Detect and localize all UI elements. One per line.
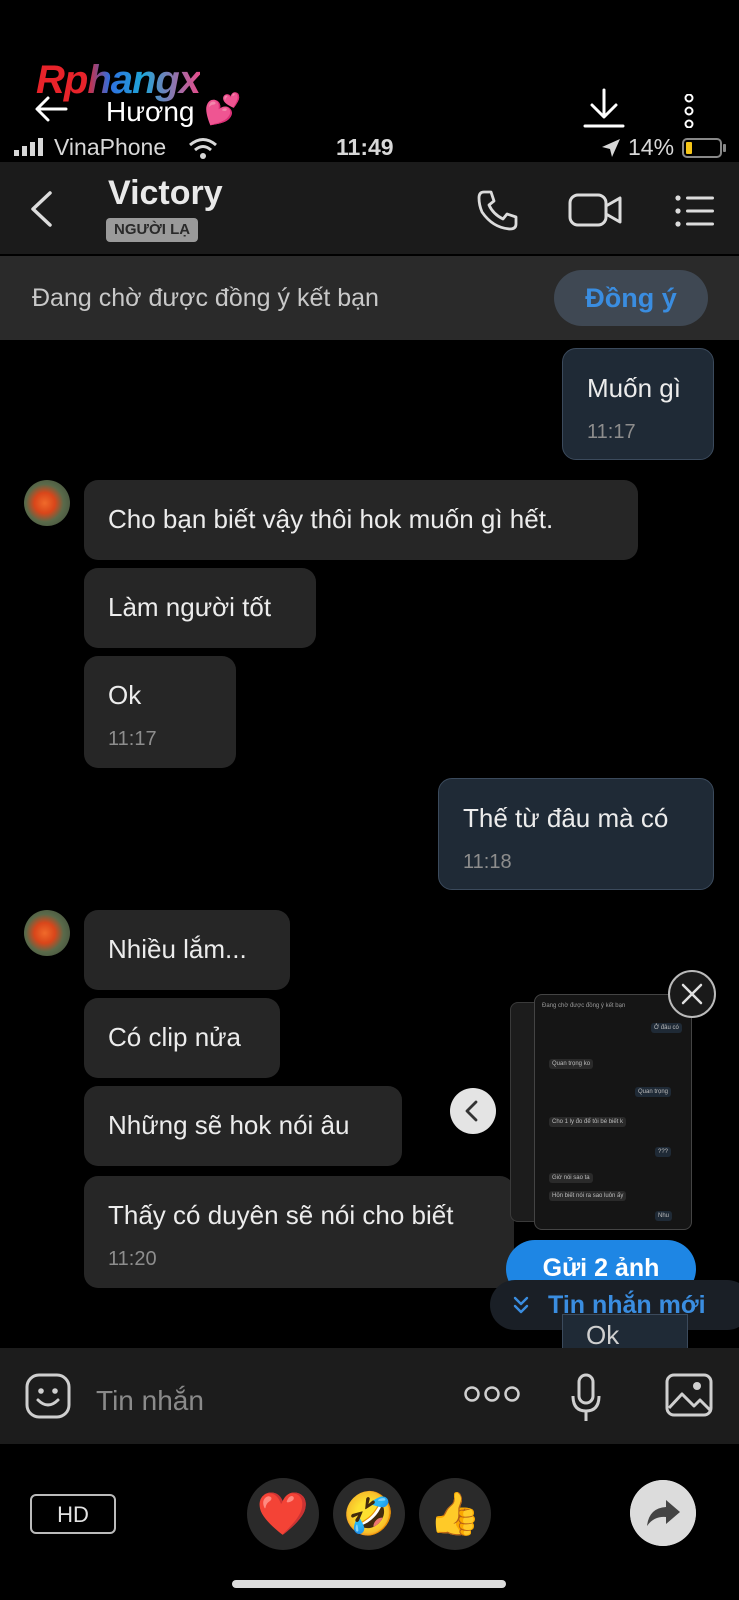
- mini-message: Quan trọng ko: [549, 1059, 594, 1069]
- mini-message: Hỏn biết nói ra sao luôn ấy: [549, 1191, 627, 1201]
- message-text: Cho bạn biết vậy thôi hok muốn gì hết.: [108, 504, 554, 534]
- image-gallery-icon[interactable]: [664, 1372, 714, 1418]
- overlay-subtitle: Hương: [106, 96, 195, 127]
- message-bubble[interactable]: Ok 11:17: [84, 656, 236, 768]
- location-icon: [602, 139, 620, 157]
- message-bubble[interactable]: Thấy có duyên sẽ nói cho biết 11:20: [84, 1176, 514, 1288]
- more-horizontal-icon[interactable]: [464, 1384, 520, 1404]
- message-time: 11:17: [108, 728, 157, 750]
- carrier-name: VinaPhone: [54, 134, 167, 160]
- hd-toggle-button[interactable]: HD: [30, 1494, 116, 1534]
- chevron-left-icon[interactable]: [450, 1088, 496, 1134]
- video-call-icon[interactable]: [568, 190, 624, 230]
- mini-header: Đang chờ được đồng ý kết bạn: [542, 1003, 626, 1009]
- stranger-badge: NGƯỜI LẠ: [106, 218, 199, 242]
- back-chevron-icon[interactable]: [28, 190, 54, 228]
- message-text: Làm người tốt: [108, 592, 272, 622]
- heart-icon: 💕: [204, 93, 242, 126]
- message-text: Thấy có duyên sẽ nói cho biết: [108, 1200, 454, 1230]
- mini-message: Cho 1 ly đo để tôi bé biết k: [549, 1117, 627, 1127]
- message-text: Ok: [108, 680, 142, 710]
- message-text: Thế từ đâu mà có: [463, 803, 669, 833]
- more-vertical-icon[interactable]: [684, 94, 694, 128]
- heart-reaction-button[interactable]: ❤️: [247, 1478, 319, 1550]
- emoji-sticker-icon[interactable]: [24, 1372, 72, 1420]
- message-bubble[interactable]: Nhiều lắm...: [84, 910, 290, 990]
- message-bubble-peek: [562, 1314, 688, 1349]
- contact-name[interactable]: Victory: [108, 174, 223, 213]
- download-icon[interactable]: [582, 88, 626, 130]
- mini-message: Giờ nói sao ta: [549, 1173, 593, 1183]
- wifi-icon: [189, 138, 217, 159]
- message-time: 11:18: [463, 851, 512, 873]
- message-bubble[interactable]: Có clip nửa: [84, 998, 280, 1078]
- message-text: Muốn gì: [587, 373, 681, 403]
- signal-icon: [14, 138, 43, 156]
- battery-percentage: 14%: [628, 134, 675, 160]
- phone-call-icon[interactable]: [476, 188, 520, 232]
- message-bubble[interactable]: Muốn gì 11:17: [562, 348, 714, 460]
- close-icon[interactable]: [668, 970, 716, 1018]
- contact-avatar[interactable]: [24, 480, 70, 526]
- laugh-reaction-button[interactable]: 🤣: [333, 1478, 405, 1550]
- microphone-icon[interactable]: [570, 1372, 602, 1424]
- menu-list-icon[interactable]: [674, 194, 716, 228]
- contact-avatar[interactable]: [24, 910, 70, 956]
- mini-message: Ở đâu có: [651, 1023, 682, 1033]
- back-arrow-icon[interactable]: [34, 94, 68, 124]
- message-text: Có clip nửa: [108, 1022, 242, 1052]
- message-input[interactable]: [94, 1380, 438, 1422]
- message-bubble[interactable]: Thế từ đâu mà có 11:18: [438, 778, 714, 890]
- message-bubble[interactable]: Cho bạn biết vậy thôi hok muốn gì hết.: [84, 480, 638, 560]
- thumbs-up-reaction-button[interactable]: 👍: [419, 1478, 491, 1550]
- message-text: Ok: [586, 1320, 620, 1350]
- mini-message: Nhu: [655, 1211, 673, 1221]
- clock: 11:49: [336, 134, 394, 160]
- message-text: Nhiều lắm...: [108, 934, 247, 964]
- mini-message: Quan trọng: [635, 1087, 672, 1097]
- accept-friend-button[interactable]: Đồng ý: [554, 270, 708, 326]
- mini-message: ???: [655, 1147, 672, 1157]
- message-bubble[interactable]: Làm người tốt: [84, 568, 316, 648]
- message-time: 11:17: [587, 421, 636, 443]
- battery-icon: [682, 138, 726, 158]
- double-chevron-down-icon: [513, 1296, 529, 1314]
- screenshot-thumbnail[interactable]: Đang chờ được đồng ý kết bạn Ở đâu có Qu…: [534, 994, 692, 1230]
- friend-request-text: Đang chờ được đồng ý kết bạn: [32, 284, 379, 312]
- share-forward-icon[interactable]: [630, 1480, 696, 1546]
- message-time: 11:20: [108, 1248, 157, 1270]
- home-indicator[interactable]: [232, 1580, 506, 1588]
- message-bubble[interactable]: Những sẽ hok nói âu: [84, 1086, 402, 1166]
- message-text: Những sẽ hok nói âu: [108, 1110, 350, 1140]
